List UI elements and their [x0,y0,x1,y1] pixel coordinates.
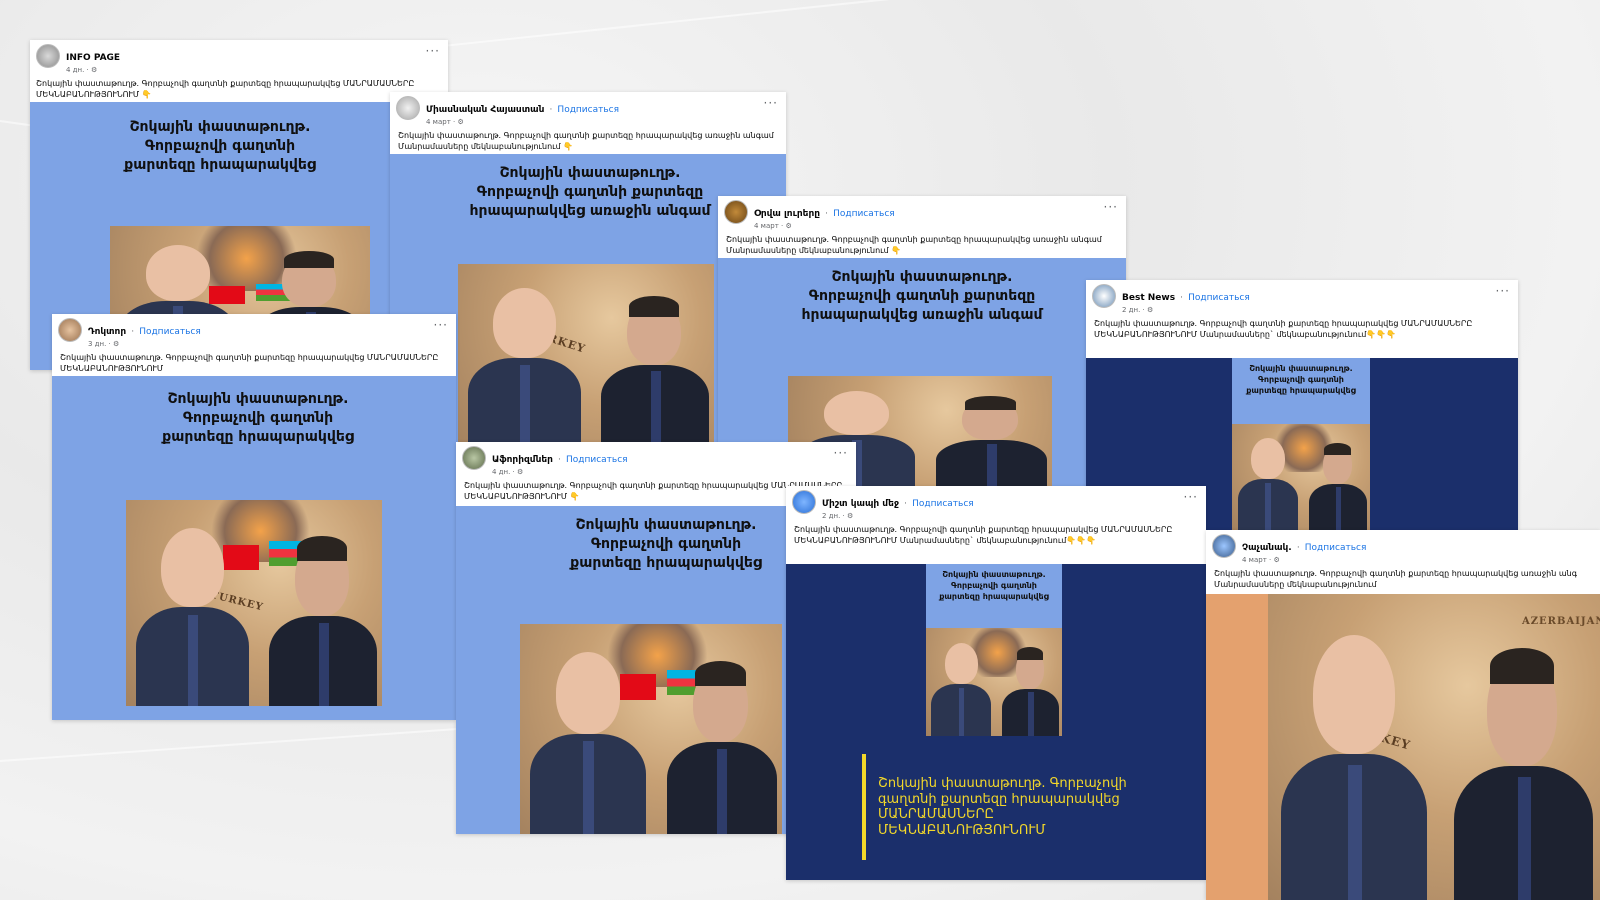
post-text: Շոկային փաստաթուղթ. Գորբաչովի գաղտնի քար… [794,525,1173,545]
post-text: Շոկային փաստաթուղթ. Գորբաչովի գաղտնի քար… [36,79,415,99]
separator-dot: · [558,455,561,465]
hand-down-icon: 👇 [141,90,152,99]
post-date[interactable]: 4 март · ⚙ [1242,556,1592,564]
more-options-icon[interactable]: ··· [434,318,448,332]
post-text: Շոկային փաստաթուղթ. Գորբաչովի գաղտնի քար… [726,235,1102,255]
avatar[interactable] [724,200,748,224]
card-title: Շոկային փաստաթուղթ. Գորբաչովի գաղտնի քարտե… [939,570,1049,601]
fb-post-misht-kapi-mej: Միշտ կապի մեջ · Подписаться 2 дн. · ⚙ ··… [786,486,1206,880]
hand-down-icon: 👇 [563,142,574,151]
avatar[interactable] [1212,534,1236,558]
card-title: Շոկային փաստաթուղթ. Գորբաչովի գաղտնի քարտե… [1246,364,1356,395]
photo-gorbachev-aliyev: AZERBAIJAN TURKEY [1268,594,1600,900]
post-header: Միասնական Հայաստան · Подписаться 4 март … [390,92,786,154]
card-title: Շոկային փաստաթուղթ. Գորբաչովի գաղտնի քարտ… [469,165,711,219]
separator-dot: · [904,499,907,509]
post-author[interactable]: Չաչանակ. [1242,543,1292,553]
photo-gorbachev-aliyev [1232,424,1370,530]
hand-down-icon: 👇👇👇 [1366,330,1397,339]
navy-caption: Շոկային փաստաթուղթ. Գորբաչովի գաղտնի քար… [878,776,1127,838]
separator-dot: · [131,327,135,337]
post-author[interactable]: Դոկտոր [88,327,126,337]
post-author[interactable]: Best News [1122,293,1175,303]
avatar[interactable] [58,318,82,342]
post-date[interactable]: 4 март · ⚙ [754,222,1118,230]
follow-link[interactable]: Подписаться [833,209,895,219]
card-title: Շոկային փաստաթուղթ. Գորբաչովի գաղտնի քարտե… [570,517,762,571]
avatar[interactable] [36,44,60,68]
post-image[interactable]: AZERBAIJAN TURKEY [1206,594,1600,900]
follow-link[interactable]: Подписаться [1305,543,1367,553]
more-options-icon[interactable]: ··· [1104,200,1118,214]
avatar[interactable] [792,490,816,514]
post-date[interactable]: 4 дн. · ⚙ [492,468,848,476]
inner-card: Շոկային փաստաթուղթ. Գորբաչովի գաղտնի քարտե… [926,564,1062,736]
more-options-icon[interactable]: ··· [834,446,848,460]
paper-crease [299,0,1593,62]
avatar[interactable] [1092,284,1116,308]
hand-down-icon: 👇👇👇 [1066,536,1097,545]
card-title: Շոկային փաստաթուղթ. Գորբաչովի գաղտնի քարտե… [124,119,316,173]
avatar[interactable] [396,96,420,120]
inner-card: Շոկային փաստաթուղթ. Գորբաչովի գաղտնի քարտե… [1232,358,1370,530]
separator-dot: · [1296,543,1300,553]
card-title: Շոկային փաստաթուղթ. Գորբաչովի գաղտնի քարտե… [162,391,354,445]
more-options-icon[interactable]: ··· [1496,284,1510,298]
more-options-icon[interactable]: ··· [764,96,778,110]
follow-link[interactable]: Подписаться [1188,293,1250,303]
post-image[interactable]: Շոկային փաստաթուղթ. Գորբաչովի գաղտնի քարտե… [52,376,456,720]
follow-link[interactable]: Подписаться [139,327,201,337]
map-label-azerbaijan: AZERBAIJAN [1522,616,1600,627]
more-options-icon[interactable]: ··· [426,44,440,58]
photo-gorbachev-aliyev [926,628,1062,736]
hand-down-icon: 👇 [891,246,902,255]
post-header: Best News · Подписаться 2 дн. · ⚙ ··· Շո… [1086,280,1518,358]
photo-gorbachev-aliyev: TURKEY [458,264,714,444]
post-text: Շոկային փաստաթուղթ. Գորբաչովի գաղտնի քար… [398,131,774,151]
follow-link[interactable]: Подписаться [912,499,974,509]
photo-gorbachev-aliyev: TURKEY [126,500,382,706]
accent-bar [862,754,866,860]
post-author[interactable]: Օրվա լուրերը [754,209,820,219]
post-image[interactable]: Շոկային փաստաթուղթ. Գորբաչովի գաղտնի քարտե… [786,564,1206,880]
post-header: Օրվա լուրերը · Подписаться 4 март · ⚙ ··… [718,196,1126,258]
photo-gorbachev-aliyev [520,624,782,834]
post-date[interactable]: 4 дн. · ⚙ [66,66,440,74]
post-author[interactable]: Միշտ կապի մեջ [822,499,899,509]
card-title: Շոկային փաստաթուղթ. Գորբաչովի գաղտնի քարտ… [801,269,1043,323]
more-options-icon[interactable]: ··· [1184,490,1198,504]
post-header: Դոկտոր · Подписаться 3 дн. · ⚙ ··· Շոկայ… [52,314,456,376]
separator-dot: · [825,209,828,219]
separator-dot: · [1180,293,1184,303]
post-date[interactable]: 3 дн. · ⚙ [88,340,448,348]
post-header: Միշտ կապի մեջ · Подписаться 2 дн. · ⚙ ··… [786,486,1206,564]
post-date[interactable]: 2 дн. · ⚙ [822,512,1198,520]
separator-dot: · [549,105,553,115]
follow-link[interactable]: Подписаться [566,455,628,465]
post-author[interactable]: Միասնական Հայաստան [426,105,544,115]
avatar[interactable] [462,446,486,470]
post-author[interactable]: Աֆորիզմներ [492,455,553,465]
post-header: Չաչանակ. · Подписаться 4 март · ⚙ Շոկայի… [1206,530,1600,594]
post-text: Շոկային փաստաթուղթ. Գորբաչովի գաղտնի քար… [60,353,439,373]
post-date[interactable]: 4 март · ⚙ [426,118,778,126]
fb-post-chachanak: Չաչանակ. · Подписаться 4 март · ⚙ Շոկայի… [1206,530,1600,900]
post-header: INFO PAGE 4 дн. · ⚙ ··· Շոկային փաստաթու… [30,40,448,102]
follow-link[interactable]: Подписаться [557,105,619,115]
post-date[interactable]: 2 дн. · ⚙ [1122,306,1510,314]
post-text: Շոկային փաստաթուղթ. Գորբաչովի գաղտնի քար… [1214,569,1577,589]
hand-down-icon: 👇 [569,492,580,501]
post-author[interactable]: INFO PAGE [66,53,120,63]
post-text: Շոկային փաստաթուղթ. Գորբաչովի գաղտնի քար… [1094,319,1473,339]
fb-post-doktor: Դոկտոր · Подписаться 3 дн. · ⚙ ··· Շոկայ… [52,314,456,720]
